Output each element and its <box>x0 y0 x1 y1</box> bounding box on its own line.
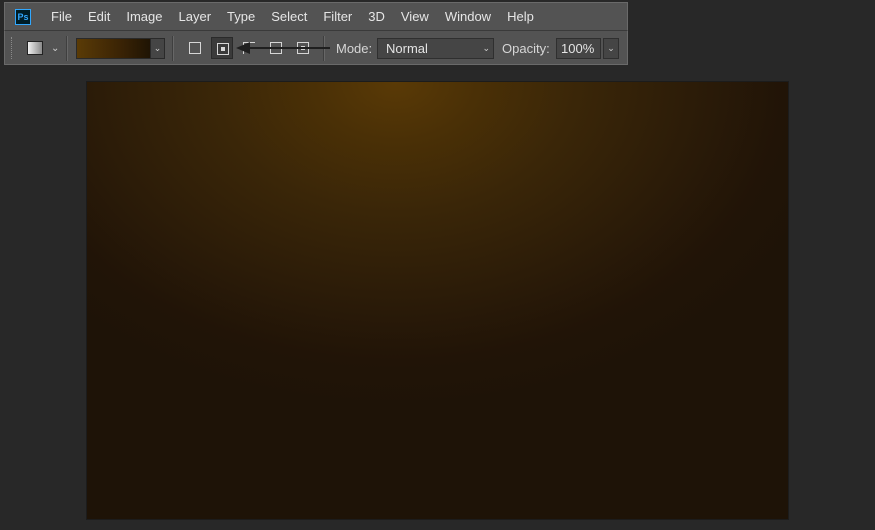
gradient-tool-preset-icon[interactable] <box>27 41 43 55</box>
diamond-gradient-icon <box>297 42 309 54</box>
menu-edit[interactable]: Edit <box>80 3 118 31</box>
tool-options-bar: ⌄ ⌄ Mode: Normal ⌄ Opacity: 100% ⌄ <box>4 30 628 65</box>
menu-type[interactable]: Type <box>219 3 263 31</box>
separator <box>323 36 325 61</box>
reflected-gradient-icon <box>270 42 282 54</box>
linear-gradient-button[interactable] <box>184 37 206 59</box>
angle-gradient-icon <box>243 42 255 54</box>
diamond-gradient-button[interactable] <box>292 37 314 59</box>
separator <box>66 36 68 61</box>
blend-mode-value: Normal <box>386 41 428 56</box>
mode-label: Mode: <box>336 41 373 56</box>
menu-3d[interactable]: 3D <box>360 3 393 31</box>
menu-image[interactable]: Image <box>118 3 170 31</box>
menu-select[interactable]: Select <box>263 3 315 31</box>
opacity-slider-dropdown[interactable]: ⌄ <box>603 38 619 59</box>
angle-gradient-button[interactable] <box>238 37 260 59</box>
radial-gradient-button[interactable] <box>211 37 233 59</box>
options-bar-grip[interactable] <box>11 37 14 59</box>
gradient-picker-swatch[interactable] <box>76 38 151 59</box>
menu-layer[interactable]: Layer <box>171 3 220 31</box>
separator <box>172 36 174 61</box>
menu-view[interactable]: View <box>393 3 437 31</box>
menu-help[interactable]: Help <box>499 3 542 31</box>
menu-filter[interactable]: Filter <box>315 3 360 31</box>
opacity-label: Opacity: <box>502 41 550 56</box>
reflected-gradient-button[interactable] <box>265 37 287 59</box>
opacity-input[interactable]: 100% <box>556 38 601 59</box>
gradient-picker-dropdown[interactable]: ⌄ <box>151 38 165 59</box>
menu-window[interactable]: Window <box>437 3 499 31</box>
radial-gradient-icon <box>217 43 229 55</box>
blend-mode-select[interactable]: Normal ⌄ <box>377 38 494 59</box>
menu-file[interactable]: File <box>43 3 80 31</box>
chevron-down-icon: ⌄ <box>482 43 490 53</box>
chevron-down-icon[interactable]: ⌄ <box>51 43 59 54</box>
document-canvas[interactable] <box>87 82 788 519</box>
linear-gradient-icon <box>189 42 201 54</box>
photoshop-logo[interactable]: Ps <box>15 8 31 25</box>
menu-bar: Ps File Edit Image Layer Type Select Fil… <box>4 2 628 30</box>
